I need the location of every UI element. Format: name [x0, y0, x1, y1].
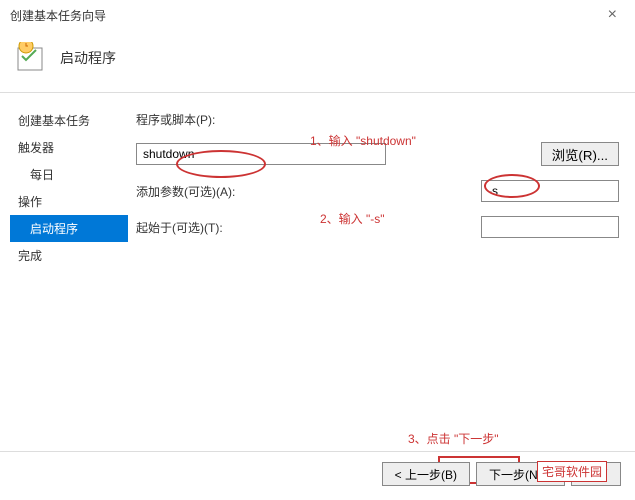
sidebar: 创建基本任务 触发器 每日 操作 启动程序 完成	[0, 93, 128, 473]
wizard-header: 启动程序	[0, 30, 635, 93]
start-row: 起始于(可选)(T):	[136, 216, 619, 238]
param-row: 添加参数(可选)(A):	[136, 180, 619, 202]
program-row: 程序或脚本(P):	[136, 111, 619, 128]
program-label: 程序或脚本(P):	[136, 111, 244, 128]
sidebar-item-trigger[interactable]: 触发器	[10, 134, 128, 161]
watermark: 宅哥软件园	[537, 461, 607, 482]
browse-button[interactable]: 浏览(R)...	[541, 142, 619, 166]
titlebar: 创建基本任务向导 ×	[0, 0, 635, 30]
wizard-title: 启动程序	[60, 48, 116, 68]
param-label: 添加参数(可选)(A):	[136, 183, 244, 200]
main-area: 创建基本任务 触发器 每日 操作 启动程序 完成 程序或脚本(P): 浏览(R)…	[0, 93, 635, 473]
param-input[interactable]	[481, 180, 619, 202]
content-area: 程序或脚本(P): 浏览(R)... 添加参数(可选)(A): 起始于(可选)(…	[128, 93, 635, 473]
back-button[interactable]: < 上一步(B)	[382, 462, 470, 486]
program-input-row: 浏览(R)...	[136, 142, 619, 166]
window-title: 创建基本任务向导	[10, 7, 600, 24]
start-input[interactable]	[481, 216, 619, 238]
sidebar-item-start-program[interactable]: 启动程序	[10, 215, 128, 242]
sidebar-item-finish[interactable]: 完成	[10, 242, 128, 269]
start-label: 起始于(可选)(T):	[136, 219, 244, 236]
program-input[interactable]	[136, 143, 386, 165]
sidebar-item-daily[interactable]: 每日	[10, 161, 128, 188]
sidebar-item-action[interactable]: 操作	[10, 188, 128, 215]
close-icon[interactable]: ×	[600, 6, 625, 24]
sidebar-item-create[interactable]: 创建基本任务	[10, 107, 128, 134]
divider	[0, 451, 635, 452]
wizard-icon	[16, 42, 48, 74]
